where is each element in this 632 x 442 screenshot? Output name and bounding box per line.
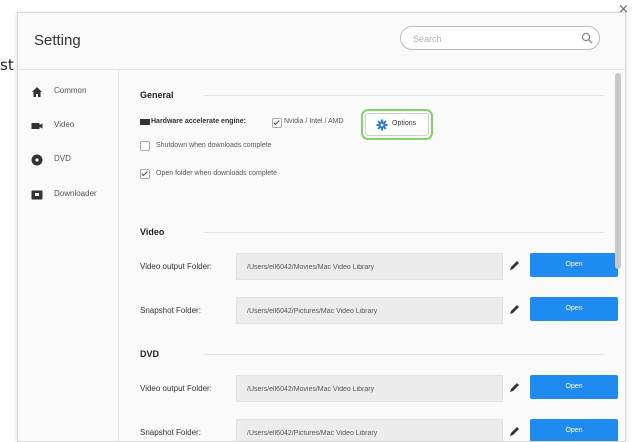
- window-title: Setting: [34, 32, 81, 49]
- video-output-folder-field[interactable]: [236, 253, 503, 280]
- section-title-dvd: DVD: [140, 349, 160, 359]
- open-folder-label: Open folder when downloads complete: [156, 170, 278, 177]
- dvd-snapshot-folder-field[interactable]: [236, 419, 503, 441]
- snapshot-folder-label: Snapshot Folder:: [140, 306, 201, 315]
- video-camera-icon: [31, 119, 43, 131]
- dvd-output-folder-field[interactable]: [236, 375, 503, 402]
- edit-path-button[interactable]: [502, 253, 526, 278]
- sidebar-item-downloader[interactable]: Downloader: [18, 179, 118, 209]
- section-title-video: Video: [140, 227, 165, 237]
- settings-content: General Hardware accelerate engine: Nvid…: [119, 70, 625, 441]
- search-box[interactable]: [400, 26, 600, 50]
- download-icon: [31, 188, 43, 200]
- sidebar: Common Video DVD Downloader: [18, 70, 119, 441]
- search-input[interactable]: [411, 30, 575, 48]
- sidebar-item-label: DVD: [54, 154, 71, 163]
- video-output-folder-input[interactable]: [245, 260, 489, 274]
- section-title-general: General: [140, 90, 174, 100]
- dvd-snapshot-folder-label: Snapshot Folder:: [140, 428, 201, 437]
- edit-path-button[interactable]: [502, 297, 526, 322]
- sidebar-item-video[interactable]: Video: [18, 110, 118, 140]
- edit-path-button[interactable]: [502, 375, 526, 400]
- sidebar-item-dvd[interactable]: DVD: [18, 144, 118, 174]
- snapshot-folder-field[interactable]: [236, 297, 503, 324]
- options-label: Options: [392, 120, 417, 127]
- pencil-icon: [510, 305, 519, 314]
- hardware-accelerate-label: Hardware accelerate engine:: [151, 118, 246, 125]
- open-button[interactable]: Open: [530, 375, 618, 399]
- section-divider: [204, 232, 604, 233]
- pencil-icon: [510, 261, 519, 270]
- open-button[interactable]: Open: [530, 297, 618, 321]
- shutdown-checkbox[interactable]: [140, 141, 150, 151]
- pencil-icon: [510, 427, 519, 436]
- gear-icon: [376, 118, 388, 136]
- section-divider: [204, 95, 604, 96]
- open-button[interactable]: Open: [530, 419, 618, 441]
- hardware-icon: [140, 119, 150, 125]
- home-icon: [31, 85, 43, 97]
- background-partial-text: st: [0, 56, 14, 74]
- search-icon[interactable]: [581, 31, 593, 49]
- video-output-folder-label: Video output Folder:: [140, 262, 212, 271]
- settings-window: Setting Common Video DVD: [17, 12, 626, 442]
- vertical-scrollbar[interactable]: [615, 71, 622, 441]
- hardware-option-label: Nvidia / Intel / AMD: [284, 118, 344, 125]
- dvd-output-folder-label: Video output Folder:: [140, 384, 212, 393]
- pencil-icon: [510, 383, 519, 392]
- hardware-checkbox[interactable]: [272, 118, 282, 128]
- shutdown-label: Shutdown when downloads complete: [156, 142, 272, 149]
- open-button[interactable]: Open: [530, 253, 618, 277]
- title-bar: Setting: [18, 13, 625, 70]
- sidebar-item-label: Common: [54, 86, 87, 95]
- open-folder-checkbox[interactable]: [140, 169, 150, 179]
- dvd-output-folder-input[interactable]: [245, 382, 489, 396]
- snapshot-folder-input[interactable]: [245, 304, 489, 318]
- section-divider: [204, 354, 604, 355]
- scrollbar-thumb[interactable]: [615, 73, 621, 269]
- sidebar-item-label: Video: [54, 120, 75, 129]
- options-button[interactable]: Options: [361, 109, 433, 140]
- sidebar-item-label: Downloader: [54, 189, 97, 198]
- edit-path-button[interactable]: [502, 419, 526, 441]
- dvd-snapshot-folder-input[interactable]: [245, 426, 489, 440]
- disc-icon: [31, 153, 43, 166]
- sidebar-item-common[interactable]: Common: [18, 76, 118, 106]
